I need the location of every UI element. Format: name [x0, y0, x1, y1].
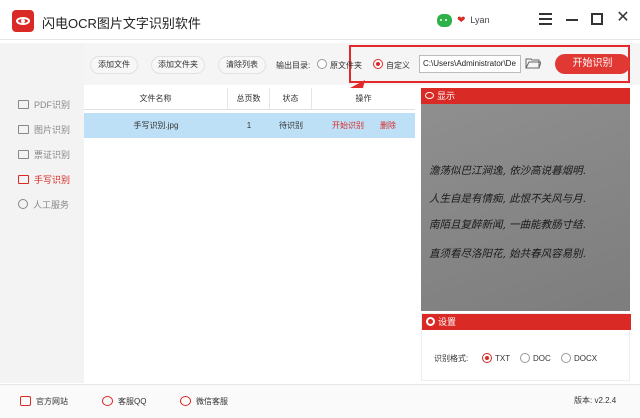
file-table: 文件名称 总页数 状态 操作 手写识别.jpg 1 待识别 开始识别 删除: [84, 88, 415, 380]
gear-icon: [426, 317, 435, 326]
handwriting-line: 澹荡似巴江涧逸, 依沙高说暮烟明.: [429, 165, 587, 177]
official-site-label: 官方网站: [36, 396, 68, 406]
format-label: 识别格式:: [434, 354, 469, 363]
format-docx-radio[interactable]: [561, 353, 571, 363]
official-site-link[interactable]: 官方网站: [20, 394, 68, 408]
toolbar: 添加文件 添加文件夹 清除列表 输出目录: 原文件夹 自定义 C:\Users\…: [84, 43, 640, 85]
format-doc-radio[interactable]: [520, 353, 530, 363]
qq-service-link[interactable]: 客服QQ: [102, 394, 146, 408]
start-recognition-link[interactable]: 开始识别: [330, 113, 366, 138]
qq-service-label: 客服QQ: [118, 396, 147, 406]
ticket-icon: [18, 149, 29, 159]
settings-title: 设置: [438, 317, 457, 327]
file-name-cell: 手写识别.jpg: [133, 121, 179, 130]
status-cell: 待识别: [279, 121, 303, 130]
format-docx-label[interactable]: DOCX: [574, 354, 597, 363]
version-label: 版本: v2.2.4: [574, 396, 617, 405]
title-bar: 闪电OCR图片文字识别软件 ❤ Lyan ✕: [0, 0, 640, 40]
sidebar-item-label: 人工服务: [33, 199, 70, 210]
column-header: 操作: [355, 94, 372, 103]
sidebar-item-handwriting[interactable]: 手写识别: [18, 172, 70, 186]
settings-header: 设置: [422, 314, 631, 330]
format-doc-label[interactable]: DOC: [533, 354, 551, 363]
format-txt-radio[interactable]: [482, 353, 492, 363]
add-folder-button[interactable]: 添加文件夹: [151, 56, 205, 74]
sidebar: PDF识别 图片识别 票证识别 手写识别 人工服务: [0, 43, 84, 383]
original-folder-radio[interactable]: [317, 59, 327, 69]
sidebar-item-pdf[interactable]: PDF识别: [18, 97, 70, 111]
sidebar-item-label: 手写识别: [34, 174, 71, 185]
start-recognition-button[interactable]: 开始识别: [555, 54, 630, 74]
app-title: 闪电OCR图片文字识别软件: [42, 16, 201, 31]
sidebar-item-ticket[interactable]: 票证识别: [18, 147, 70, 161]
footer: 官方网站 客服QQ 微信客服 版本: v2.2.4: [0, 384, 640, 418]
clear-list-button[interactable]: 清除列表: [218, 56, 266, 74]
maximize-button[interactable]: [588, 10, 606, 28]
eye-icon: [425, 92, 434, 99]
table-header: 文件名称 总页数 状态 操作: [84, 88, 415, 110]
custom-folder-radio[interactable]: [373, 59, 383, 69]
wechat-service-icon: [180, 396, 191, 406]
handwriting-icon: [18, 174, 29, 184]
sidebar-item-service[interactable]: 人工服务: [18, 197, 69, 211]
minimize-button[interactable]: [563, 10, 581, 28]
sidebar-item-image[interactable]: 图片识别: [18, 122, 70, 136]
image-icon: [18, 124, 29, 134]
app-logo-icon: [12, 10, 34, 32]
sidebar-item-label: 图片识别: [34, 124, 71, 135]
handwriting-line: 南陌且复醉新闻, 一曲能教肠寸结.: [429, 219, 587, 231]
sidebar-item-label: 票证识别: [34, 149, 71, 160]
qq-icon: [102, 396, 113, 406]
pages-cell: 1: [246, 121, 252, 130]
format-txt-label[interactable]: TXT: [495, 354, 510, 363]
table-row[interactable]: 手写识别.jpg 1 待识别 开始识别 删除: [84, 113, 415, 138]
column-header: 总页数: [228, 88, 270, 110]
heart-icon: ❤: [457, 14, 466, 26]
custom-folder-label[interactable]: 自定义: [386, 60, 410, 71]
add-file-button[interactable]: 添加文件: [90, 56, 138, 74]
preview-panel: 显示 澹荡似巴江涧逸, 依沙高说暮烟明. 人生自是有情痴, 此恨不关风与月. 南…: [421, 88, 630, 311]
user-area[interactable]: ❤ Lyan: [437, 11, 490, 29]
wechat-icon[interactable]: [437, 13, 452, 27]
user-name[interactable]: Lyan: [470, 15, 489, 25]
sidebar-item-label: PDF识别: [34, 99, 71, 110]
preview-title: 显示: [437, 91, 456, 101]
output-label: 输出目录:: [276, 61, 311, 70]
wechat-service-link[interactable]: 微信客服: [180, 394, 228, 408]
menu-button[interactable]: [537, 10, 555, 28]
person-icon: [18, 199, 28, 209]
preview-header: 显示: [421, 88, 630, 104]
close-button[interactable]: ✕: [614, 10, 632, 28]
delete-link[interactable]: 删除: [376, 113, 400, 138]
column-header: 文件名称: [84, 88, 228, 110]
website-icon: [20, 396, 31, 406]
settings-panel: 设置 识别格式: TXT DOC DOCX: [421, 313, 631, 381]
folder-icon[interactable]: [525, 57, 541, 69]
handwriting-line: 人生自是有情痴, 此恨不关风与月.: [429, 193, 587, 205]
wechat-service-label: 微信客服: [196, 396, 228, 406]
column-header: 状态: [270, 88, 312, 110]
handwriting-image: 澹荡似巴江涧逸, 依沙高说暮烟明. 人生自是有情痴, 此恨不关风与月. 南陌且复…: [421, 104, 630, 311]
pdf-icon: [18, 99, 29, 109]
output-path-input[interactable]: C:\Users\Administrator\De: [419, 55, 521, 73]
original-folder-label[interactable]: 原文件夹: [330, 60, 362, 71]
handwriting-line: 直须看尽洛阳花, 始共春风容易别.: [429, 248, 587, 260]
